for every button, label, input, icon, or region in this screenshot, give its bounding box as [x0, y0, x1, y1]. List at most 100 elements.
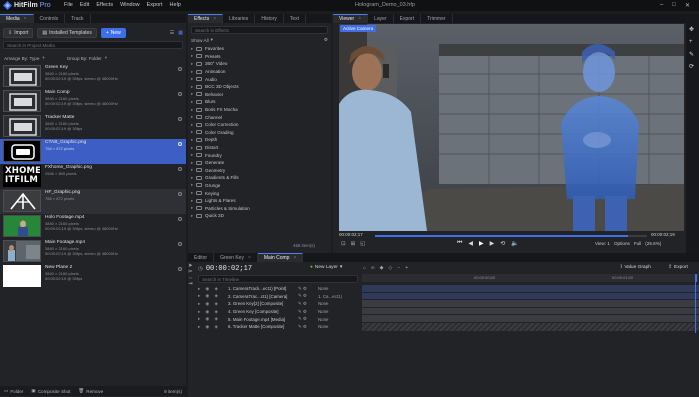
- volume-icon[interactable]: 🔈: [511, 240, 518, 247]
- import-button[interactable]: ⇩ Import: [3, 27, 34, 38]
- layer-switch-icons[interactable]: ✎ ⚙: [298, 286, 318, 292]
- media-item-ctab-graphic[interactable]: CTAB_Graphic.png 768 × 872 pixels: [0, 139, 186, 164]
- media-search-input[interactable]: Search in Project Media: [3, 41, 183, 49]
- media-item-holo-footage[interactable]: Holo Footage.mp4 3840 × 2160 pixels 00:00:…: [0, 214, 186, 239]
- track-bar[interactable]: [362, 292, 699, 301]
- fit-icon[interactable]: ⊡: [341, 241, 346, 247]
- minimize-icon[interactable]: –: [660, 2, 663, 8]
- loop-icon[interactable]: ⟲: [500, 240, 505, 247]
- effects-category-item[interactable]: ▸ Boris FX Mocha: [188, 106, 331, 114]
- tab-effects[interactable]: Effects ×: [188, 14, 224, 23]
- effects-category-item[interactable]: ▸ Particles & Simulation: [188, 204, 331, 212]
- close-tab-icon[interactable]: ×: [24, 16, 27, 22]
- grid-icon[interactable]: ⊞: [351, 241, 356, 247]
- close-tab-icon[interactable]: ×: [293, 255, 296, 261]
- effects-category-item[interactable]: ▸ BCC 3D Objects: [188, 83, 331, 91]
- new-button[interactable]: + New: [100, 27, 126, 38]
- menu-export[interactable]: Export: [147, 2, 163, 8]
- menu-window[interactable]: Window: [120, 2, 140, 8]
- tab-export[interactable]: Export: [394, 14, 422, 23]
- snapshot-icon[interactable]: ◱: [360, 241, 365, 247]
- settings-icon[interactable]: ⚙: [324, 37, 328, 43]
- step-back-icon[interactable]: ◀: [468, 240, 473, 247]
- effects-category-item[interactable]: ▸ Lights & Flares: [188, 197, 331, 205]
- track-bar[interactable]: [362, 322, 699, 331]
- tab-media[interactable]: Media ×: [0, 14, 34, 23]
- layer-visibility-icons[interactable]: ▸ ◉ ◈: [198, 286, 228, 292]
- step-forward-icon[interactable]: ▶: [490, 240, 495, 247]
- effects-category-item[interactable]: ▸ Depth: [188, 136, 331, 144]
- list-view-icon[interactable]: ☰: [170, 30, 174, 36]
- effects-category-item[interactable]: ▸ Blurs: [188, 98, 331, 106]
- menu-file[interactable]: File: [64, 2, 73, 8]
- layer-visibility-icons[interactable]: ▸ ◉ ◈: [198, 293, 228, 299]
- export-button[interactable]: ⇪ Export: [668, 265, 688, 270]
- media-item-green-key[interactable]: Green Key 3840 × 2160 pixels 00:00:02;19 @…: [0, 64, 186, 89]
- maximize-icon[interactable]: □: [672, 2, 676, 8]
- layer-row[interactable]: ▸ ◉ ◈ 6. Tracker Matte [Composite] ✎ ⚙ None: [198, 323, 360, 331]
- effects-category-item[interactable]: ▸ Quick 3D: [188, 212, 331, 220]
- effects-category-item[interactable]: ▸ Grunge: [188, 182, 331, 190]
- track-bar[interactable]: [362, 285, 699, 293]
- layer-parent-select[interactable]: None: [318, 317, 348, 322]
- tab-green-key[interactable]: Green Key ×: [214, 253, 258, 262]
- layer-row[interactable]: ▸ ◉ ◈ 1. CameraTrack...ect1) [Point] ✎ ⚙ No…: [198, 285, 360, 293]
- zoom-readout[interactable]: (25.6%): [645, 241, 661, 246]
- marker-icon[interactable]: ◆: [380, 265, 384, 271]
- track-bar[interactable]: [362, 307, 699, 316]
- video-preview[interactable]: Active Camera: [339, 24, 684, 231]
- media-item-main-footage[interactable]: Main Footage.mp4 3840 × 2160 pixels 00:00:…: [0, 239, 186, 264]
- editor-timecode[interactable]: 00:00:02;17: [206, 265, 252, 273]
- options-select[interactable]: Options: [614, 241, 630, 246]
- add-point-icon[interactable]: +: [689, 39, 693, 45]
- new-folder-button[interactable]: ▭ Folder: [4, 388, 23, 394]
- layer-parent-select[interactable]: None: [318, 324, 348, 329]
- effects-category-item[interactable]: ▸ Color Correction: [188, 121, 331, 129]
- show-filter-select[interactable]: Show All: [191, 38, 209, 43]
- tab-viewer[interactable]: Viewer ×: [333, 14, 369, 23]
- layer-switch-icons[interactable]: ✎ ⚙: [298, 309, 318, 315]
- new-layer-button[interactable]: ● New Layer ▾: [310, 265, 342, 270]
- menu-edit[interactable]: Edit: [80, 2, 89, 8]
- skip-to-start-icon[interactable]: ⏮: [457, 240, 462, 247]
- tab-track[interactable]: Track: [65, 14, 91, 23]
- effects-category-item[interactable]: ▸ Generate: [188, 159, 331, 167]
- close-tab-icon[interactable]: ×: [248, 255, 251, 261]
- tab-history[interactable]: History: [255, 14, 284, 23]
- magnet-icon[interactable]: ⌂: [363, 265, 366, 271]
- effects-category-item[interactable]: ▸ Foundry: [188, 151, 331, 159]
- layer-parent-select[interactable]: None: [318, 309, 348, 314]
- zoom-in-icon[interactable]: +: [405, 265, 408, 271]
- link-icon[interactable]: ∞: [371, 265, 375, 271]
- media-item-tracker-matte[interactable]: Tracker Matte 3840 × 2160 pixels 00:00:02;…: [0, 114, 186, 139]
- menu-effects[interactable]: Effects: [96, 2, 113, 8]
- close-icon[interactable]: ✕: [685, 2, 690, 9]
- effects-category-item[interactable]: ▸ Color Grading: [188, 129, 331, 137]
- effects-category-item[interactable]: ▸ Audio: [188, 75, 331, 83]
- keyframe-icon[interactable]: ◇: [388, 265, 392, 271]
- layer-row[interactable]: ▸ ◉ ◈ 5. Main Footage.mp4 [Media] ✎ ⚙ None: [198, 315, 360, 323]
- select-tool-icon[interactable]: ✥: [689, 26, 694, 33]
- active-camera-select[interactable]: Active Camera: [340, 25, 377, 32]
- layer-visibility-icons[interactable]: ▸ ◉ ◈: [198, 324, 228, 330]
- timeline-ruler[interactable]: 00:00:00;00 00:00:01;00: [362, 274, 699, 282]
- installed-templates-button[interactable]: ▤ Installed Templates: [37, 27, 97, 38]
- layer-switch-icons[interactable]: ✎ ⚙: [298, 301, 318, 307]
- layer-switch-icons[interactable]: ✎ ⚙: [298, 293, 318, 299]
- layer-parent-select[interactable]: None: [318, 286, 348, 291]
- effects-category-item[interactable]: ▸ Distort: [188, 144, 331, 152]
- close-tab-icon[interactable]: ×: [358, 16, 361, 22]
- layer-switch-icons[interactable]: ✎ ⚙: [298, 316, 318, 322]
- effects-category-item[interactable]: ▸ Presets: [188, 53, 331, 61]
- tab-layer[interactable]: Layer: [368, 14, 394, 23]
- effects-category-item[interactable]: ▸ Favorites: [188, 45, 331, 53]
- pen-tool-icon[interactable]: ✎: [689, 51, 694, 58]
- tab-text[interactable]: Text: [284, 14, 307, 23]
- layer-switch-icons[interactable]: ✎ ⚙: [298, 324, 318, 330]
- media-item-new-plane[interactable]: New Plane 2 3840 × 2160 pixels 00:00:02;19…: [0, 264, 186, 289]
- close-tab-icon[interactable]: ×: [213, 16, 216, 22]
- menu-help[interactable]: Help: [170, 2, 181, 8]
- viewer-scrub-bar[interactable]: [375, 235, 647, 237]
- effects-category-item[interactable]: ▸ Channel: [188, 113, 331, 121]
- quality-select[interactable]: Full: [634, 241, 641, 246]
